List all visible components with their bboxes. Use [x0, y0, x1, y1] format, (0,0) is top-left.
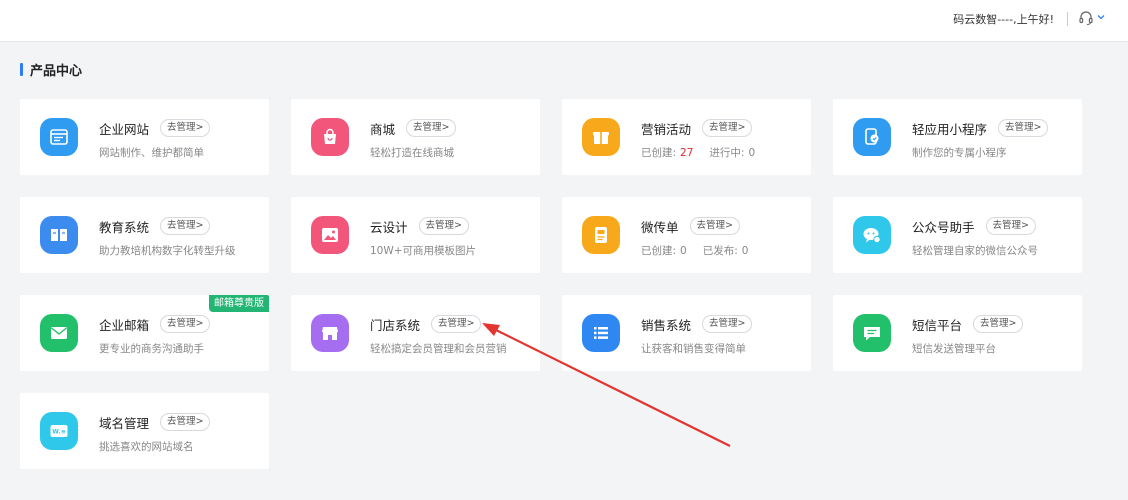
product-title-row: 公众号助手 去管理>: [912, 217, 1036, 235]
mini-program-icon: [853, 118, 891, 156]
product-description: 已创建: 27 进行中: 0: [641, 145, 759, 160]
product-description: 制作您的专属小程序: [912, 147, 1007, 159]
manage-button[interactable]: 去管理>: [998, 119, 1049, 137]
section-accent-bar: [20, 62, 23, 76]
product-title-row: 云设计 去管理>: [370, 217, 469, 235]
domain-icon: W.≡: [40, 412, 78, 450]
manage-button[interactable]: 去管理>: [160, 315, 211, 333]
stat-label: 已发布:: [702, 245, 738, 257]
product-card[interactable]: 商城 去管理> 轻松打造在线商城: [291, 99, 540, 175]
product-name: 商城: [370, 121, 396, 137]
manage-button[interactable]: 去管理>: [160, 413, 211, 431]
premium-badge: 邮箱尊贵版: [209, 295, 269, 312]
manage-button[interactable]: 去管理>: [985, 217, 1036, 235]
manage-button[interactable]: 去管理>: [418, 217, 469, 235]
manage-button[interactable]: 去管理>: [702, 119, 753, 137]
product-description: 挑选喜欢的网站域名: [99, 441, 194, 453]
product-title-row: 教育系统 去管理>: [99, 217, 211, 235]
product-title-row: 域名管理 去管理>: [99, 413, 211, 431]
product-card[interactable]: 微传单 去管理> 已创建: 0 已发布: 0: [562, 197, 811, 273]
stat-label: 已创建:: [641, 147, 677, 159]
product-description: 轻松打造在线商城: [370, 147, 454, 159]
product-name: 企业邮箱: [99, 317, 150, 333]
product-description: 更专业的商务沟通助手: [99, 343, 204, 355]
shopping-bag-icon: [311, 118, 349, 156]
manage-button[interactable]: 去管理>: [406, 119, 457, 137]
product-card[interactable]: 轻应用小程序 去管理> 制作您的专属小程序: [833, 99, 1082, 175]
chevron-down-icon[interactable]: [1096, 12, 1106, 22]
website-icon: [40, 118, 78, 156]
store-icon: [311, 314, 349, 352]
product-title-row: 短信平台 去管理>: [912, 315, 1024, 333]
section-title-text: 产品中心: [30, 63, 83, 79]
stat-label: 已创建:: [641, 245, 677, 257]
product-card[interactable]: 营销活动 去管理> 已创建: 27 进行中: 0: [562, 99, 811, 175]
top-bar: 码云数智----,上午好!: [0, 0, 1128, 42]
product-title-row: 微传单 去管理>: [641, 217, 740, 235]
product-name: 云设计: [370, 219, 408, 235]
product-name: 销售系统: [641, 317, 692, 333]
product-description: 10W+可商用模板图片: [370, 245, 477, 257]
image-icon: [311, 216, 349, 254]
product-description: 轻松搞定会员管理和会员营销: [370, 343, 507, 355]
stat-label: 进行中:: [709, 147, 745, 159]
headset-icon[interactable]: [1078, 10, 1094, 26]
product-name: 教育系统: [99, 219, 150, 235]
product-name: 轻应用小程序: [912, 121, 988, 137]
product-description: 轻松管理自家的微信公众号: [912, 245, 1038, 257]
product-title-row: 商城 去管理>: [370, 119, 457, 137]
product-card[interactable]: 企业邮箱 去管理> 更专业的商务沟通助手 邮箱尊贵版: [20, 295, 269, 371]
product-title-row: 企业邮箱 去管理>: [99, 315, 211, 333]
product-card[interactable]: 云设计 去管理> 10W+可商用模板图片: [291, 197, 540, 273]
mail-icon: [40, 314, 78, 352]
manage-button[interactable]: 去管理>: [689, 217, 740, 235]
product-card[interactable]: 公众号助手 去管理> 轻松管理自家的微信公众号: [833, 197, 1082, 273]
product-name: 微传单: [641, 219, 679, 235]
product-name: 门店系统: [370, 317, 421, 333]
header-divider: [1067, 12, 1068, 26]
product-card[interactable]: 企业网站 去管理> 网站制作、维护都简单: [20, 99, 269, 175]
stat-value: 0: [748, 147, 756, 159]
product-name: 公众号助手: [912, 219, 975, 235]
svg-text:W.≡: W.≡: [52, 429, 65, 436]
product-description: 网站制作、维护都简单: [99, 147, 204, 159]
message-icon: [853, 314, 891, 352]
stat-value: 0: [741, 245, 749, 257]
manage-button[interactable]: 去管理>: [973, 315, 1024, 333]
product-description: 已创建: 0 已发布: 0: [641, 243, 752, 258]
product-card[interactable]: 教育系统 去管理> 助力教培机构数字化转型升级: [20, 197, 269, 273]
stat-value: 27: [680, 147, 694, 159]
wechat-icon: [853, 216, 891, 254]
product-description: 助力教培机构数字化转型升级: [99, 245, 236, 257]
product-card[interactable]: 门店系统 去管理> 轻松搞定会员管理和会员营销: [291, 295, 540, 371]
product-description: 让获客和销售变得简单: [641, 343, 746, 355]
book-icon: [40, 216, 78, 254]
manage-button[interactable]: 去管理>: [431, 315, 482, 333]
section-title: 产品中心: [20, 61, 83, 79]
user-greeting[interactable]: 码云数智----,上午好!: [953, 11, 1054, 27]
gift-icon: [582, 118, 620, 156]
product-title-row: 轻应用小程序 去管理>: [912, 119, 1049, 137]
product-card[interactable]: 销售系统 去管理> 让获客和销售变得简单: [562, 295, 811, 371]
product-title-row: 销售系统 去管理>: [641, 315, 753, 333]
product-description: 短信发送管理平台: [912, 343, 996, 355]
manage-button[interactable]: 去管理>: [160, 217, 211, 235]
product-title-row: 门店系统 去管理>: [370, 315, 482, 333]
flyer-icon: [582, 216, 620, 254]
list-icon: [582, 314, 620, 352]
product-name: 短信平台: [912, 317, 963, 333]
product-name: 营销活动: [641, 121, 692, 137]
stat-value: 0: [680, 245, 687, 257]
product-title-row: 营销活动 去管理>: [641, 119, 753, 137]
manage-button[interactable]: 去管理>: [160, 119, 211, 137]
product-card[interactable]: W.≡ 域名管理 去管理> 挑选喜欢的网站域名: [20, 393, 269, 469]
product-title-row: 企业网站 去管理>: [99, 119, 211, 137]
product-name: 域名管理: [99, 415, 150, 431]
manage-button[interactable]: 去管理>: [702, 315, 753, 333]
product-card[interactable]: 短信平台 去管理> 短信发送管理平台: [833, 295, 1082, 371]
product-name: 企业网站: [99, 121, 150, 137]
